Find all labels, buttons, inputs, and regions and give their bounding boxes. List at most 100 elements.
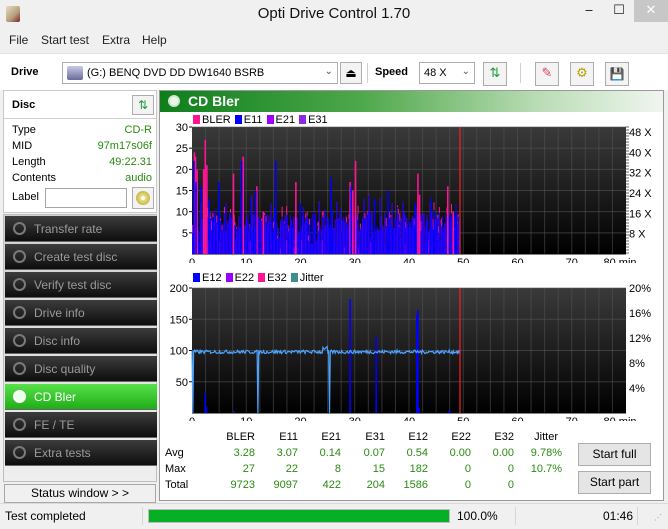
save-icon: 💾 xyxy=(609,67,625,81)
disc-quality-icon xyxy=(13,362,26,375)
settings-button[interactable]: ⚙ xyxy=(570,62,594,86)
row-label-max: Max xyxy=(165,463,186,475)
drive-label: Drive xyxy=(11,66,39,78)
nav-label: Create test disc xyxy=(34,250,118,264)
e11-peak xyxy=(193,160,195,254)
nav-drive-info[interactable]: Drive info xyxy=(5,300,157,326)
drive-select-value: (G:) BENQ DVD DD DW1640 BSRB xyxy=(87,67,265,79)
length-value: 49:22.31 xyxy=(109,156,152,168)
eraser-icon: ✎ xyxy=(541,66,553,81)
e12-bar xyxy=(417,309,419,413)
label-button[interactable] xyxy=(132,187,154,209)
y2-tick-label: 32 X xyxy=(629,168,652,180)
stat-value: 22 xyxy=(285,463,298,475)
drive-select[interactable]: (G:) BENQ DVD DD DW1640 BSRB ⌄ xyxy=(62,62,338,84)
x-tick-label: 30 xyxy=(349,257,361,263)
nav-label: Extra tests xyxy=(34,446,91,460)
x-tick-label: 20 xyxy=(294,257,306,263)
minimize-button[interactable]: ‒ xyxy=(574,0,604,22)
stat-value: 0.07 xyxy=(363,447,385,459)
refresh-icon: ⇅ xyxy=(489,66,501,81)
x-tick-label: 80 min xyxy=(603,416,636,421)
x-tick-label: 40 xyxy=(403,257,415,263)
stat-value: 10.7% xyxy=(530,463,562,475)
refresh-icon: ⇅ xyxy=(137,98,149,112)
erase-button[interactable]: ✎ xyxy=(535,62,559,86)
stat-value: 27 xyxy=(242,463,255,475)
menu-start-test[interactable]: Start test xyxy=(41,33,89,47)
disc-panel: Disc ⇅ Type CD-R MID 97m17s06f Length 49… xyxy=(3,90,157,213)
stat-value: 9.78% xyxy=(530,447,562,459)
nav-verify-test-disc[interactable]: Verify test disc xyxy=(5,272,157,298)
nav-cd-bler[interactable]: CD Bler xyxy=(5,384,157,410)
contents-label: Contents xyxy=(12,172,57,184)
nav-disc-quality[interactable]: Disc quality xyxy=(5,356,157,382)
menu-extra[interactable]: Extra xyxy=(102,33,130,47)
stat-value: 0 xyxy=(507,463,514,475)
col-header: E21 xyxy=(321,431,341,443)
bler-peak xyxy=(354,160,357,254)
e12-bar xyxy=(418,408,420,413)
x-tick-label: 30 xyxy=(349,416,361,421)
type-label: Type xyxy=(12,124,36,136)
e12-bar xyxy=(349,299,351,413)
x-tick-label: 70 xyxy=(566,257,578,263)
stat-value: 15 xyxy=(372,463,385,475)
bler-peak xyxy=(295,182,297,254)
nav-label: Disc info xyxy=(34,334,81,348)
bler-peak xyxy=(242,156,245,254)
stat-value: 1586 xyxy=(403,479,428,491)
y-tick-label: 30 xyxy=(176,122,188,134)
menu-file[interactable]: File xyxy=(9,33,28,47)
y-tick-label: 5 xyxy=(182,228,188,240)
mid-value: 97m17s06f xyxy=(97,140,152,152)
start-full-button[interactable]: Start full xyxy=(578,443,651,466)
speed-select[interactable]: 48 X ⌄ xyxy=(419,62,475,84)
close-button[interactable]: ✕ xyxy=(634,0,668,22)
stat-value: 9097 xyxy=(273,479,298,491)
start-part-button[interactable]: Start part xyxy=(578,471,651,494)
create-disc-icon xyxy=(13,250,26,263)
bler-chart: 5 10 15 20 25 30 0 10 20 30 40 50 60 70 80 min 8 X 16 X 2… xyxy=(176,122,653,263)
mid-label: MID xyxy=(12,140,33,152)
nav-disc-info[interactable]: Disc info xyxy=(5,328,157,354)
bler-peak xyxy=(418,194,421,254)
nav-fe-te[interactable]: FE / TE xyxy=(5,412,157,438)
col-header: E32 xyxy=(494,431,514,443)
nav-extra-tests[interactable]: Extra tests xyxy=(5,440,157,466)
eject-icon: ⏏ xyxy=(345,66,357,80)
nav-label: Disc quality xyxy=(34,362,96,376)
e11-peak xyxy=(433,211,436,254)
row-label-avg: Avg xyxy=(165,447,184,459)
stats-table: BLER E11 E21 E31 E12 E22 E32 Jitter Avg … xyxy=(160,429,580,499)
bler-peak xyxy=(202,169,205,254)
y2-tick-label: 12% xyxy=(629,333,651,345)
menu-help[interactable]: Help xyxy=(142,33,167,47)
contents-value: audio xyxy=(125,172,152,184)
x-tick-label: 60 xyxy=(511,416,523,421)
nav-create-test-disc[interactable]: Create test disc xyxy=(5,244,157,270)
toolbar: Drive (G:) BENQ DVD DD DW1640 BSRB ⌄ ⏏ S… xyxy=(0,53,668,90)
nav-transfer-rate[interactable]: Transfer rate xyxy=(5,216,157,242)
eject-button[interactable]: ⏏ xyxy=(340,62,362,84)
nav-label: Transfer rate xyxy=(34,222,103,236)
y2-tick-label: 40 X xyxy=(629,147,652,159)
e11-peak xyxy=(455,211,457,254)
y2-tick-label: 20% xyxy=(629,283,651,295)
cd-icon xyxy=(136,191,150,205)
resize-grip-icon[interactable]: ⋰ xyxy=(654,513,662,522)
stat-value: 3.28 xyxy=(233,447,255,459)
label-input[interactable] xyxy=(45,188,127,208)
y-tick-label: 150 xyxy=(170,314,188,326)
chevron-down-icon: ⌄ xyxy=(461,66,470,77)
stat-value: 182 xyxy=(409,463,428,475)
refresh-speed-button[interactable]: ⇅ xyxy=(483,62,507,86)
disc-refresh-button[interactable]: ⇅ xyxy=(132,95,154,115)
maximize-button[interactable]: ☐ xyxy=(604,0,634,22)
divider xyxy=(515,507,516,525)
x-tick-label: 10 xyxy=(240,257,252,263)
status-window-button[interactable]: Status window > > xyxy=(4,484,156,503)
e11-peak xyxy=(330,177,332,254)
save-button[interactable]: 💾 xyxy=(605,62,629,86)
y2-tick-label: 16% xyxy=(629,308,651,320)
